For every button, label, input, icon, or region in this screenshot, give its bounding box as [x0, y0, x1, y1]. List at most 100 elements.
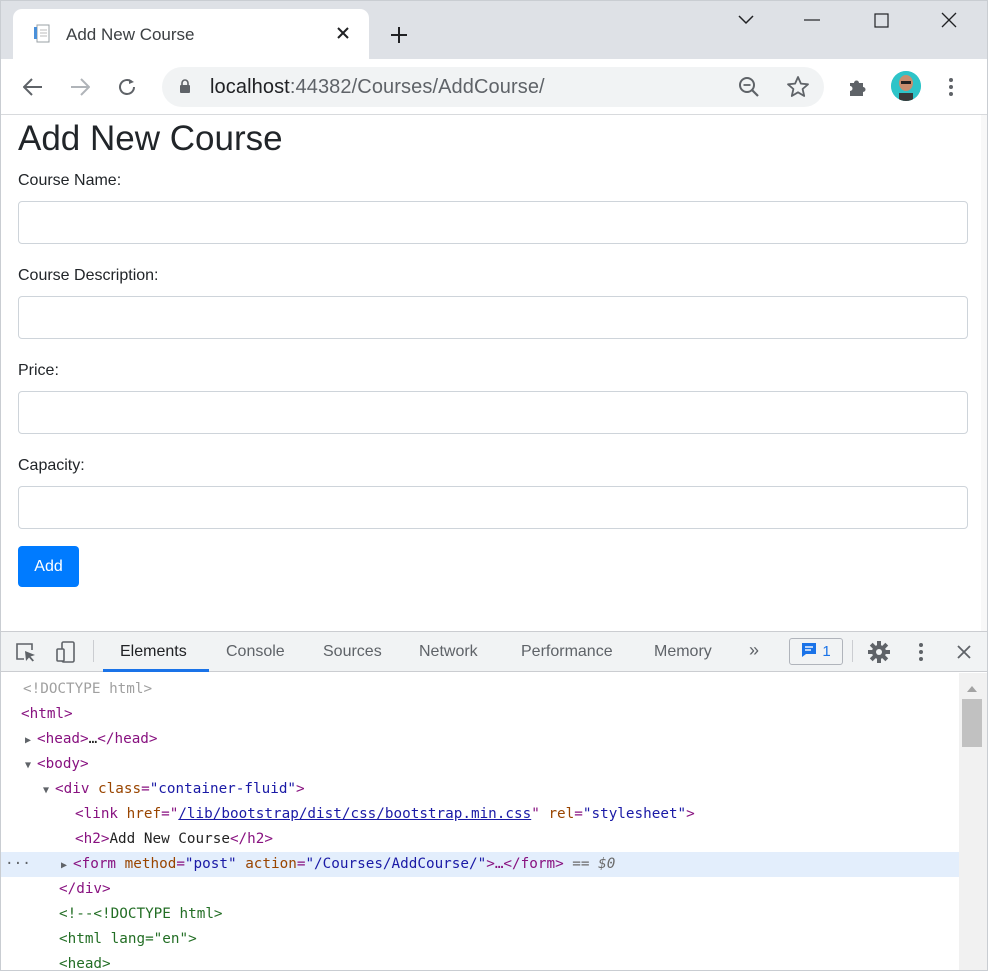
- dom-node-form-selected[interactable]: ··· ▶ <form method="post" action="/Courses…: [1, 852, 959, 877]
- price-label: Price:: [18, 362, 59, 379]
- scroll-thumb[interactable]: [962, 699, 982, 747]
- expand-triangle-icon[interactable]: ▶: [25, 728, 37, 753]
- tab-memory[interactable]: Memory: [654, 643, 712, 661]
- h2-close: </h2>: [229, 831, 273, 847]
- head-close-tag: </head>: [97, 731, 158, 747]
- tab-strip: Add New Course: [1, 1, 987, 59]
- active-tab-indicator: [103, 669, 209, 672]
- stylesheet-link[interactable]: /lib/bootstrap/dist/css/bootstrap.min.cs…: [178, 806, 531, 822]
- maximize-icon[interactable]: [858, 5, 904, 35]
- browser-tab[interactable]: Add New Course: [13, 9, 369, 59]
- dom-node-div-close[interactable]: </div>: [1, 877, 959, 902]
- dom-node-html[interactable]: <html>: [1, 702, 959, 727]
- device-toolbar-icon[interactable]: [53, 640, 79, 664]
- devtools-panel: Elements Console Sources Network Perform…: [1, 631, 987, 971]
- dom-tree: <!DOCTYPE html> <html> ▶ <head>…</head> ▼…: [1, 673, 959, 971]
- url-host: localhost: [210, 76, 290, 98]
- selected-ref: $0: [598, 856, 616, 872]
- selected-eq: ==: [563, 856, 599, 872]
- dom-node-div[interactable]: ▼ <div class="container-fluid">: [1, 777, 959, 802]
- tab-performance[interactable]: Performance: [521, 643, 613, 661]
- issues-badge[interactable]: 1: [789, 638, 843, 665]
- devtools-menu-icon[interactable]: [908, 640, 934, 664]
- h2-text: Add New Course: [109, 831, 230, 847]
- course-name-input[interactable]: [18, 201, 968, 244]
- bookmark-star-icon[interactable]: [786, 75, 812, 101]
- dom-node-comment[interactable]: <head>: [1, 952, 959, 971]
- lock-icon[interactable]: [179, 79, 191, 99]
- inspect-element-icon[interactable]: [13, 640, 39, 664]
- course-description-label: Course Description:: [18, 267, 159, 284]
- collapse-triangle-icon[interactable]: ▼: [43, 778, 55, 803]
- issues-count: 1: [822, 643, 831, 660]
- scroll-up-icon[interactable]: [967, 679, 977, 697]
- reload-icon[interactable]: [111, 71, 143, 103]
- dom-node-h2[interactable]: <h2>Add New Course</h2>: [1, 827, 959, 852]
- profile-avatar[interactable]: [891, 71, 921, 101]
- link-open: <link: [75, 806, 127, 822]
- comment-head: <head>: [59, 956, 111, 971]
- form-action-attr: action: [245, 856, 297, 872]
- new-tab-icon[interactable]: [386, 22, 412, 48]
- collapse-triangle-icon[interactable]: ▼: [25, 753, 37, 778]
- div-class-value: "container-fluid": [149, 781, 297, 797]
- devtools-toolbar: Elements Console Sources Network Perform…: [1, 632, 987, 672]
- zoom-icon[interactable]: [737, 75, 763, 101]
- price-input[interactable]: [18, 391, 968, 434]
- toolbar-divider: [93, 640, 94, 662]
- add-button[interactable]: Add: [18, 546, 79, 587]
- link-rel-attr: rel: [548, 806, 575, 822]
- browser-menu-icon[interactable]: [935, 71, 967, 103]
- body-tag: <body>: [37, 756, 89, 772]
- tab-network[interactable]: Network: [419, 643, 478, 661]
- tab-title: Add New Course: [66, 25, 195, 44]
- browser-toolbar: localhost:44382/Courses/AddCourse/: [1, 59, 987, 115]
- close-tab-icon[interactable]: [331, 21, 355, 45]
- scroll-down-icon[interactable]: [967, 965, 977, 970]
- dom-node-head[interactable]: ▶ <head>…</head>: [1, 727, 959, 752]
- form-method-attr: method: [124, 856, 177, 872]
- tab-sources[interactable]: Sources: [323, 643, 382, 661]
- tab-search-chevron-icon[interactable]: [723, 5, 769, 35]
- url-text: localhost:44382/Courses/AddCourse/: [210, 76, 545, 99]
- more-tabs-button[interactable]: »: [749, 640, 759, 661]
- tab-elements[interactable]: Elements: [120, 643, 187, 661]
- head-ellipsis: …: [88, 731, 98, 747]
- page-scrollbar[interactable]: [981, 115, 987, 631]
- link-rel-value: "stylesheet": [582, 806, 687, 822]
- close-devtools-icon[interactable]: [951, 640, 977, 664]
- row-options-icon[interactable]: ···: [5, 852, 31, 877]
- div-open: <div: [55, 781, 99, 797]
- tab-console[interactable]: Console: [226, 643, 285, 661]
- form-method-value: "post": [184, 856, 237, 872]
- expand-triangle-icon[interactable]: ▶: [61, 853, 73, 878]
- close-window-icon[interactable]: [926, 5, 972, 35]
- url-path: :44382/Courses/AddCourse/: [289, 76, 545, 98]
- form-open: <form: [73, 856, 125, 872]
- capacity-input[interactable]: [18, 486, 968, 529]
- dom-node-doctype[interactable]: <!DOCTYPE html>: [1, 677, 959, 702]
- dom-scrollbar[interactable]: [959, 673, 987, 970]
- head-open-tag: <head>: [37, 731, 89, 747]
- div-open-close: >: [296, 781, 305, 797]
- address-bar[interactable]: localhost:44382/Courses/AddCourse/: [162, 67, 824, 107]
- dom-node-body[interactable]: ▼ <body>: [1, 752, 959, 777]
- toolbar-divider: [852, 640, 853, 662]
- message-icon: [801, 642, 817, 662]
- dom-node-comment[interactable]: <!--<!DOCTYPE html>: [1, 902, 959, 927]
- back-arrow-icon[interactable]: [17, 71, 49, 103]
- browser-window: Add New Course localhost:44382/Courses/A…: [0, 0, 988, 971]
- comment-text: <!--<!DOCTYPE html>: [59, 906, 223, 922]
- dom-node-comment[interactable]: <html lang="en">: [1, 927, 959, 952]
- link-close: >: [686, 806, 695, 822]
- comment-html: <html lang="en">: [59, 931, 197, 947]
- gear-icon[interactable]: [866, 640, 892, 664]
- forward-arrow-icon[interactable]: [64, 71, 96, 103]
- dom-node-link[interactable]: <link href="/lib/bootstrap/dist/css/boot…: [1, 802, 959, 827]
- course-name-label: Course Name:: [18, 172, 122, 189]
- form-action-value: "/Courses/AddCourse/": [305, 856, 487, 872]
- minimize-icon[interactable]: [789, 5, 835, 35]
- course-description-input[interactable]: [18, 296, 968, 339]
- link-href-attr: href: [126, 806, 162, 822]
- extensions-puzzle-icon[interactable]: [842, 71, 874, 103]
